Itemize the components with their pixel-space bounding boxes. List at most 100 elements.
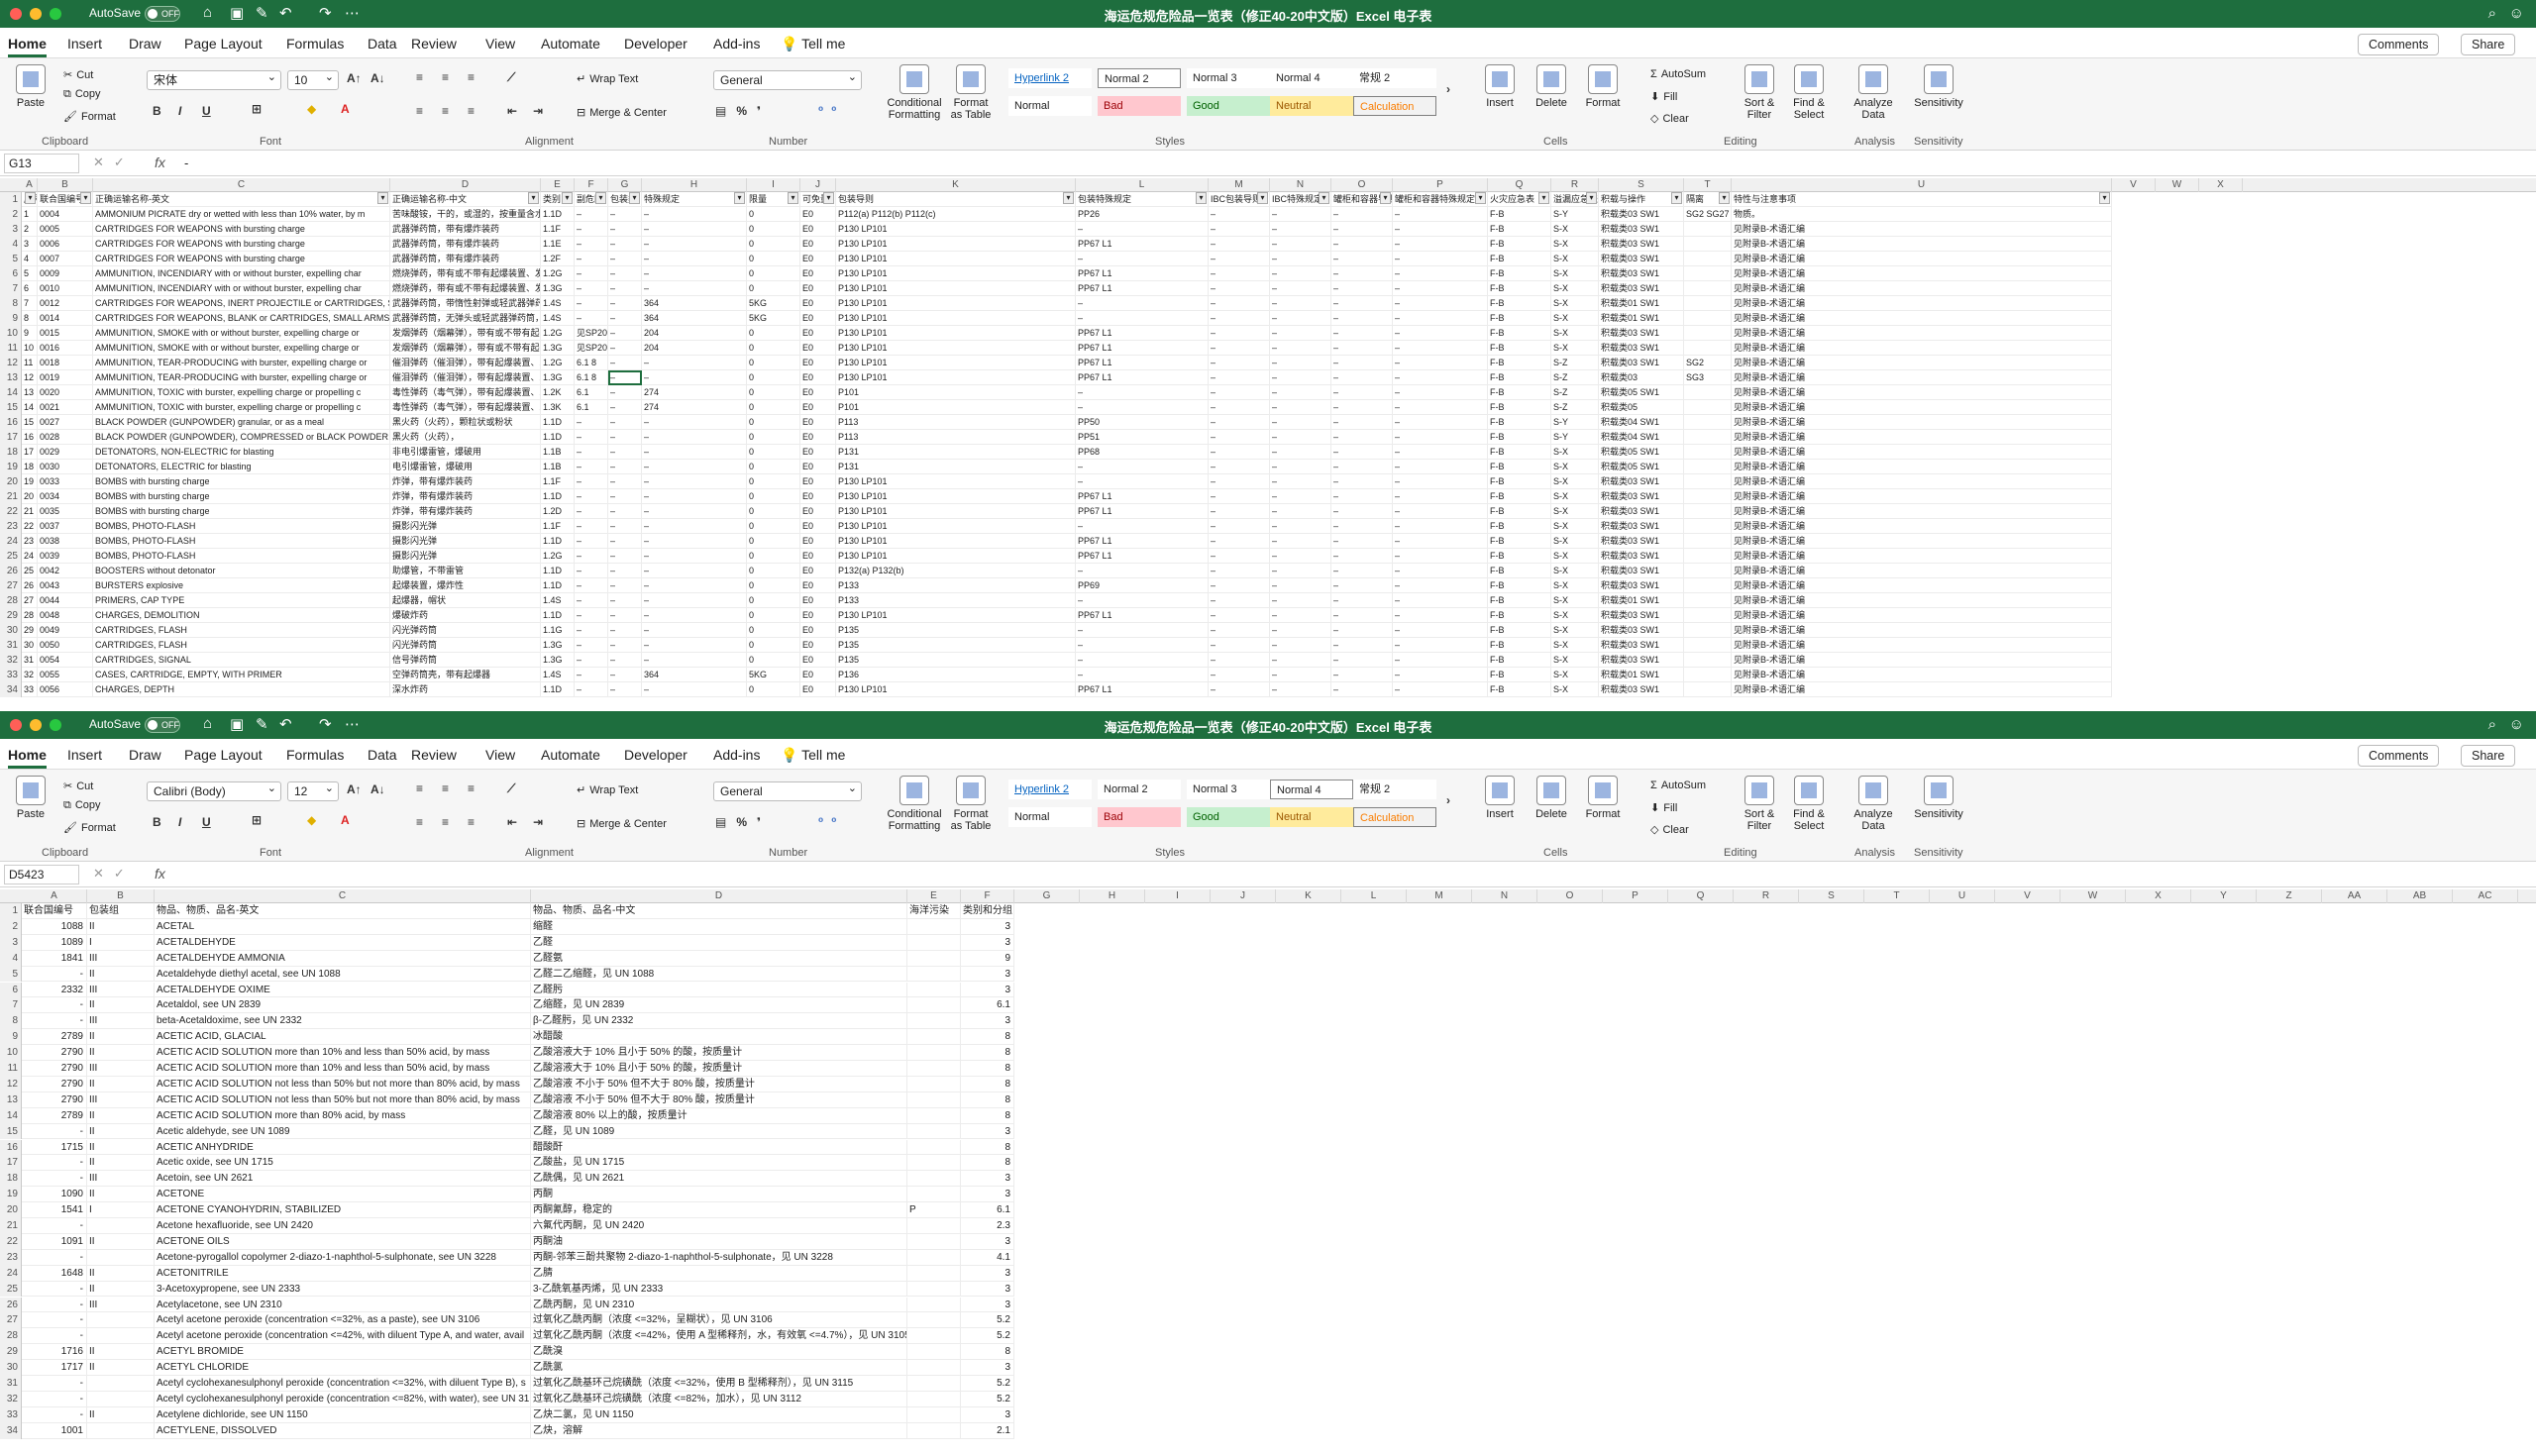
data-cell[interactable]: 见附录B-术语汇编 xyxy=(1732,415,2112,430)
data-cell[interactable]: – xyxy=(1331,207,1393,222)
data-cell[interactable]: DETONATORS, ELECTRIC for blasting xyxy=(93,460,390,474)
data-cell[interactable]: - xyxy=(22,997,87,1014)
data-cell[interactable]: – xyxy=(608,653,642,668)
conditional-formatting-button[interactable]: Conditional Formatting xyxy=(884,64,945,121)
data-cell[interactable]: – xyxy=(1270,593,1331,608)
data-cell[interactable]: P130 LP101 xyxy=(836,311,1076,326)
data-cell[interactable]: – xyxy=(1393,519,1488,534)
data-cell[interactable]: 3 xyxy=(22,237,38,252)
data-cell[interactable]: II xyxy=(87,1265,155,1282)
column-header[interactable]: Y xyxy=(2191,889,2257,903)
data-cell[interactable]: – xyxy=(1393,623,1488,638)
data-cell[interactable]: ACETALDEHYDE AMMONIA xyxy=(155,950,531,967)
data-cell[interactable]: 0 xyxy=(747,341,800,356)
data-cell[interactable] xyxy=(87,1328,155,1345)
data-cell[interactable]: – xyxy=(608,341,642,356)
data-cell[interactable]: PP67 L1 xyxy=(1076,489,1209,504)
data-cell[interactable]: 1.1F xyxy=(541,519,575,534)
data-cell[interactable]: 武器弹药筒，带有爆炸装药 xyxy=(390,252,541,266)
row-header[interactable]: 16 xyxy=(0,1139,22,1156)
data-cell[interactable]: E0 xyxy=(800,341,836,356)
data-cell[interactable]: 0050 xyxy=(38,638,93,653)
data-cell[interactable]: – xyxy=(642,445,747,460)
data-cell[interactable]: – xyxy=(1270,222,1331,237)
data-cell[interactable]: 见附录B-术语汇编 xyxy=(1732,326,2112,341)
data-cell[interactable]: CASES, CARTRIDGE, EMPTY, WITH PRIMER xyxy=(93,668,390,682)
data-cell[interactable]: 发烟弹药（烟幕弹），带有或不带有起爆装置、发射剂或推进 xyxy=(390,341,541,356)
function-icon[interactable]: fx xyxy=(155,155,165,170)
data-cell[interactable]: – xyxy=(1331,564,1393,578)
data-cell[interactable]: F-B xyxy=(1488,430,1551,445)
paste-button[interactable]: Paste xyxy=(8,64,53,109)
row-header[interactable]: 25 xyxy=(0,1281,22,1298)
data-cell[interactable] xyxy=(1684,653,1732,668)
data-cell[interactable]: – xyxy=(608,326,642,341)
data-cell[interactable]: 0 xyxy=(747,430,800,445)
data-cell[interactable]: 见附录B-术语汇编 xyxy=(1732,370,2112,385)
data-cell[interactable] xyxy=(907,1328,961,1345)
data-cell[interactable]: – xyxy=(1270,653,1331,668)
data-cell[interactable]: 0005 xyxy=(38,222,93,237)
data-cell[interactable]: 2789 xyxy=(22,1029,87,1046)
data-cell[interactable]: F-B xyxy=(1488,519,1551,534)
header-cell[interactable]: 包装组 xyxy=(87,903,155,919)
data-cell[interactable]: 4.1 xyxy=(961,1249,1014,1266)
data-cell[interactable]: F-B xyxy=(1488,608,1551,623)
data-cell[interactable]: - xyxy=(22,1218,87,1234)
data-cell[interactable]: F-B xyxy=(1488,281,1551,296)
cell-style-option[interactable]: Neutral xyxy=(1270,96,1353,116)
data-cell[interactable]: E0 xyxy=(800,311,836,326)
data-cell[interactable]: 0007 xyxy=(38,252,93,266)
data-cell[interactable]: AMMUNITION, SMOKE with or without burste… xyxy=(93,341,390,356)
row-header[interactable]: 7 xyxy=(0,997,22,1014)
data-cell[interactable]: – xyxy=(1393,370,1488,385)
data-cell[interactable]: 见附录B-术语汇编 xyxy=(1732,474,2112,489)
tab-insert[interactable]: Insert xyxy=(67,747,102,763)
data-cell[interactable]: P135 xyxy=(836,653,1076,668)
data-cell[interactable]: E0 xyxy=(800,593,836,608)
insert-cells-button[interactable]: Insert xyxy=(1480,64,1520,109)
sort-filter-button[interactable]: Sort & Filter xyxy=(1740,64,1779,121)
data-cell[interactable]: S-X xyxy=(1551,222,1599,237)
data-cell[interactable]: – xyxy=(642,504,747,519)
data-cell[interactable]: S-X xyxy=(1551,549,1599,564)
data-cell[interactable]: 0 xyxy=(747,653,800,668)
row-header[interactable]: 23 xyxy=(0,1249,22,1266)
data-cell[interactable]: 毒性弹药（毒气弹），带有起爆装置、发射剂或推进剂 xyxy=(390,385,541,400)
data-cell[interactable]: PP67 L1 xyxy=(1076,326,1209,341)
data-cell[interactable]: 0 xyxy=(747,623,800,638)
header-cell[interactable]: 罐柜和容器导则 xyxy=(1331,192,1393,207)
data-cell[interactable] xyxy=(907,966,961,983)
cell-style-option[interactable]: Calculation xyxy=(1353,96,1436,116)
data-cell[interactable]: 0 xyxy=(747,385,800,400)
data-cell[interactable]: Acetoin, see UN 2621 xyxy=(155,1171,531,1188)
data-cell[interactable] xyxy=(87,1376,155,1392)
data-cell[interactable]: CARTRIDGES FOR WEAPONS, BLANK or CARTRID… xyxy=(93,311,390,326)
data-cell[interactable]: 0049 xyxy=(38,623,93,638)
data-cell[interactable]: – xyxy=(1209,222,1270,237)
data-cell[interactable]: 2790 xyxy=(22,1076,87,1092)
data-cell[interactable] xyxy=(907,1360,961,1376)
data-cell[interactable]: 积载类03 SW1 xyxy=(1599,578,1684,593)
row-header[interactable]: 13 xyxy=(0,1092,22,1108)
data-cell[interactable]: – xyxy=(575,578,608,593)
data-cell[interactable]: S-X xyxy=(1551,460,1599,474)
data-cell[interactable] xyxy=(907,1155,961,1172)
column-header[interactable]: AB xyxy=(2387,889,2453,903)
row-header[interactable]: 3 xyxy=(0,934,22,951)
tab-automate[interactable]: Automate xyxy=(541,747,600,763)
name-box[interactable]: G13 xyxy=(4,154,79,173)
search-icon[interactable]: ⌕ xyxy=(2488,5,2496,22)
data-cell[interactable]: CHARGES, DEMOLITION xyxy=(93,608,390,623)
row-header[interactable]: 25 xyxy=(0,549,22,564)
data-cell[interactable]: 1.2G xyxy=(541,549,575,564)
tab-draw[interactable]: Draw xyxy=(129,747,161,763)
data-cell[interactable]: – xyxy=(608,207,642,222)
data-cell[interactable]: 8 xyxy=(961,1061,1014,1077)
format-painter-button[interactable]: 🖌 Format xyxy=(63,110,116,123)
data-cell[interactable]: 见附录B-术语汇编 xyxy=(1732,682,2112,697)
data-cell[interactable]: 积载类03 SW1 xyxy=(1599,341,1684,356)
data-cell[interactable]: 积载类03 SW1 xyxy=(1599,252,1684,266)
data-cell[interactable]: Acetic oxide, see UN 1715 xyxy=(155,1155,531,1172)
data-cell[interactable]: – xyxy=(1209,682,1270,697)
